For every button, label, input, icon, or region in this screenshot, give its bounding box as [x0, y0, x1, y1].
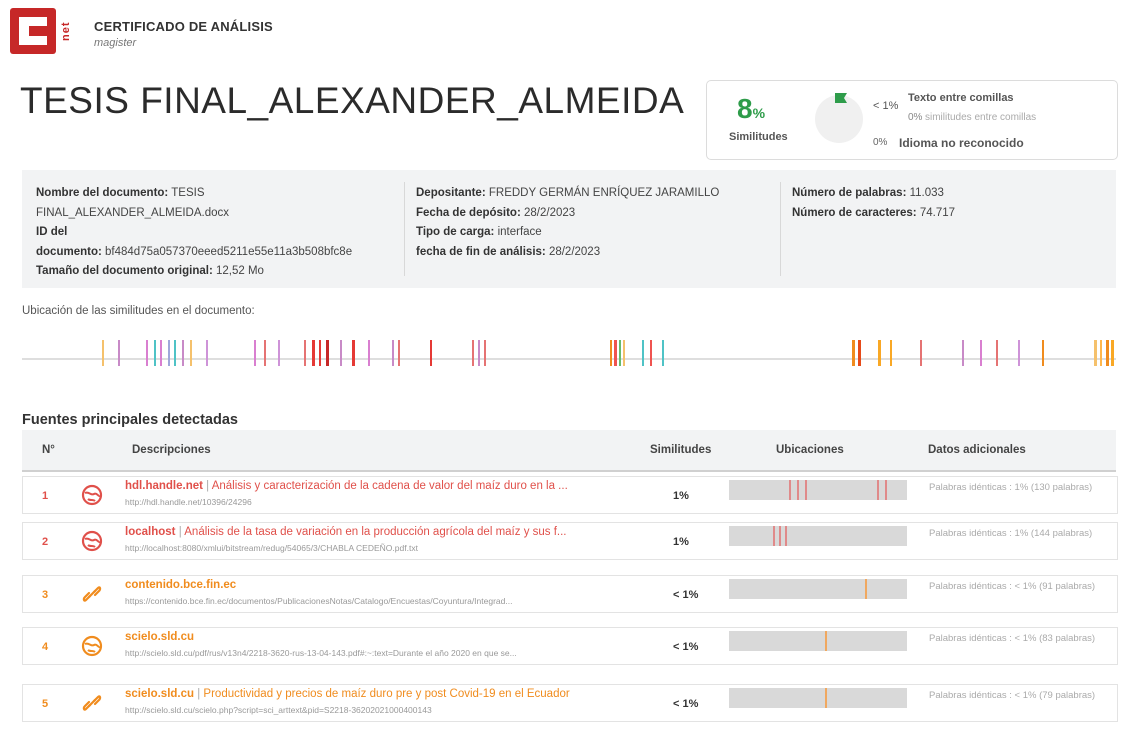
source-url[interactable]: https://contenido.bce.fin.ec/documentos/… [125, 596, 512, 606]
source-row[interactable]: 2 localhost | Análisis de la tasa de var… [22, 522, 1118, 560]
source-link[interactable]: hdl.handle.net | Análisis y caracterizac… [125, 480, 568, 492]
source-url[interactable]: http://scielo.sld.cu/pdf/rus/v13n4/2218-… [125, 648, 517, 658]
source-row[interactable]: 4 scielo.sld.cu http://scielo.sld.cu/pdf… [22, 627, 1118, 665]
quoted-similarity-label: similitudes entre comillas [925, 112, 1037, 123]
quoted-text-percent: < 1% [873, 100, 899, 112]
source-link[interactable]: scielo.sld.cu [125, 631, 194, 643]
globe-icon [81, 484, 103, 506]
source-additional-data: Palabras idénticas : < 1% (83 palabras) [929, 633, 1096, 644]
unrecognized-language-percent: 0% [873, 137, 888, 148]
column-divider [780, 182, 781, 276]
sources-title: Fuentes principales detectadas [22, 412, 238, 428]
similarity-summary-card: 8% Similitudes < 1% Texto entre comillas… [706, 80, 1118, 160]
col-header-additional-data: Datos adicionales [928, 444, 1026, 456]
col-header-num: N° [42, 444, 55, 456]
source-row[interactable]: 3 contenido.bce.fin.ec https://contenido… [22, 575, 1118, 613]
source-number: 2 [42, 536, 49, 548]
source-row[interactable]: 1 hdl.handle.net | Análisis y caracteriz… [22, 476, 1118, 514]
logo-c-icon [19, 17, 47, 45]
document-title: TESIS FINAL_ALEXANDER_ALMEIDA [20, 80, 685, 121]
source-link[interactable]: localhost | Análisis de la tasa de varia… [125, 526, 567, 538]
similarity-label: Similitudes [729, 131, 788, 143]
deposit-info-column: Depositante: FREDDY GERMÁN ENRÍQUEZ JARA… [416, 187, 720, 258]
source-additional-data: Palabras idénticas : 1% (130 palabras) [929, 482, 1093, 493]
source-additional-data: Palabras idénticas : 1% (144 palabras) [929, 528, 1093, 539]
source-url[interactable]: http://localhost:8080/xmlui/bitstream/re… [125, 543, 418, 553]
document-info-panel: Nombre del documento: TESIS FINAL_ALEXAN… [22, 170, 1116, 288]
link-icon [82, 586, 102, 602]
source-similarity: < 1% [673, 641, 699, 653]
cnet-logo [10, 8, 56, 54]
col-header-locations: Ubicaciones [776, 444, 844, 456]
source-url[interactable]: http://scielo.sld.cu/scielo.php?script=s… [125, 705, 432, 715]
source-similarity: < 1% [673, 589, 699, 601]
source-locations-bar [729, 631, 907, 651]
certificate-subtitle: magister [94, 37, 137, 49]
source-url[interactable]: http://hdl.handle.net/10396/24296 [125, 497, 252, 507]
unrecognized-language-label: Idioma no reconocido [899, 136, 1024, 150]
logo-net-text: net [60, 21, 72, 41]
source-number: 3 [42, 589, 49, 601]
source-number: 1 [42, 490, 49, 502]
flag-icon [835, 93, 847, 103]
source-link[interactable]: scielo.sld.cu | Productividad y precios … [125, 688, 570, 700]
document-info-column: Nombre del documento: TESIS FINAL_ALEXAN… [36, 187, 353, 277]
source-link[interactable]: contenido.bce.fin.ec [125, 579, 236, 591]
source-row[interactable]: 5 scielo.sld.cu | Productividad y precio… [22, 684, 1118, 722]
source-additional-data: Palabras idénticas : < 1% (79 palabras) [929, 690, 1096, 701]
link-icon [82, 695, 102, 711]
similarity-locations-label: Ubicación de las similitudes en el docum… [22, 305, 255, 317]
col-header-similarities: Similitudes [650, 444, 712, 456]
source-number: 4 [42, 641, 49, 653]
col-header-descriptions: Descripciones [132, 444, 211, 456]
globe-icon [81, 635, 103, 657]
similarity-percent: 8% [737, 93, 766, 124]
quoted-text-label: Texto entre comillas [908, 92, 1014, 104]
source-locations-bar [729, 688, 907, 708]
count-info-column: Número de palabras: 11.033 Número de car… [792, 187, 956, 219]
source-similarity: < 1% [673, 698, 699, 710]
globe-icon [81, 530, 103, 552]
source-similarity: 1% [673, 536, 689, 548]
source-additional-data: Palabras idénticas : < 1% (91 palabras) [929, 581, 1096, 592]
column-divider [404, 182, 405, 276]
source-similarity: 1% [673, 490, 689, 502]
source-locations-bar [729, 579, 907, 599]
certificate-title: CERTIFICADO DE ANÁLISIS [94, 19, 273, 34]
source-locations-bar [729, 526, 907, 546]
similarity-locations-bar [22, 340, 1116, 366]
sources-table-header: N° Descripciones Similitudes Ubicaciones… [22, 430, 1116, 472]
source-locations-bar [729, 480, 907, 500]
source-number: 5 [42, 698, 49, 710]
quoted-similarity-percent: 0% [908, 112, 923, 123]
